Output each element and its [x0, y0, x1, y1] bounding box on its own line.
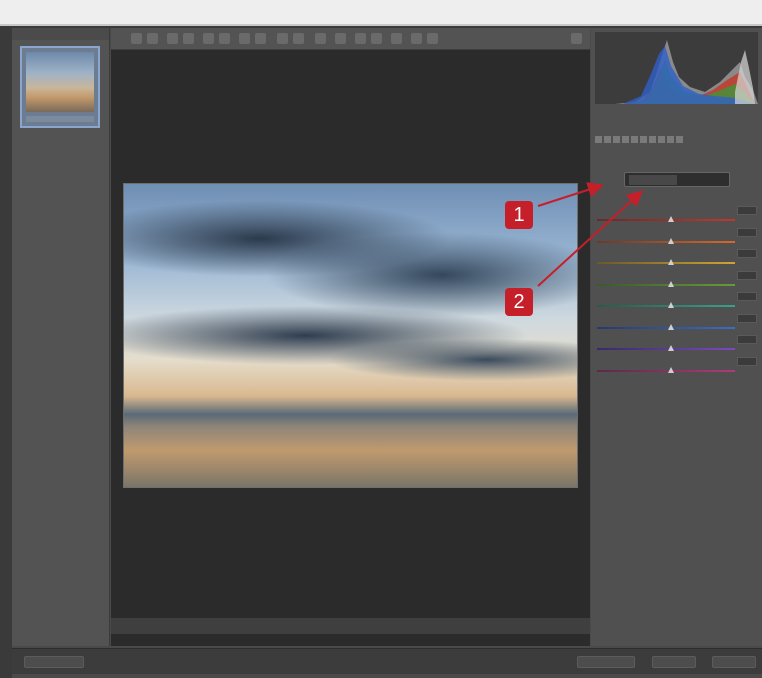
color-sliders — [597, 206, 757, 378]
graduated-filter-icon[interactable] — [293, 33, 304, 44]
zoom-tool-icon[interactable] — [131, 33, 142, 44]
camera-info — [595, 110, 758, 130]
slider-value[interactable] — [737, 206, 757, 215]
open-image-button[interactable] — [577, 656, 635, 668]
slider-value[interactable] — [737, 249, 757, 258]
callout-badge-2: 2 — [505, 288, 533, 316]
rotate-right-icon[interactable] — [371, 33, 382, 44]
hand-tool-icon[interactable] — [147, 33, 158, 44]
slider-value[interactable] — [737, 270, 757, 280]
presets-icon[interactable] — [427, 33, 438, 44]
rotate-left-icon[interactable] — [355, 33, 366, 44]
color-sampler-icon[interactable] — [183, 33, 194, 44]
color-slider[interactable] — [597, 313, 757, 336]
slider-knob[interactable] — [668, 366, 674, 373]
thumbnail-image — [26, 52, 94, 112]
slider-track[interactable] — [597, 305, 735, 307]
slider-track[interactable] — [597, 369, 735, 372]
slider-knob[interactable] — [668, 323, 674, 330]
basic-tab-icon[interactable] — [595, 136, 602, 143]
filmstrip-thumbnail[interactable] — [20, 46, 100, 128]
slider-knob[interactable] — [668, 237, 674, 244]
slider-value[interactable] — [737, 356, 757, 366]
slider-knob[interactable] — [668, 302, 674, 308]
snapshots-tab-icon[interactable] — [676, 136, 683, 143]
slider-track[interactable] — [597, 219, 735, 221]
mode-option-2[interactable] — [679, 175, 727, 185]
hsl-tab-icon[interactable] — [622, 136, 629, 143]
effects-tab-icon[interactable] — [649, 136, 656, 143]
slider-track[interactable] — [597, 283, 735, 286]
slider-value[interactable] — [737, 292, 757, 301]
save-image-button[interactable] — [24, 656, 84, 668]
slider-value[interactable] — [737, 313, 757, 323]
callout-badge-1: 1 — [505, 201, 533, 229]
bottom-bar — [12, 648, 762, 674]
tool-bar — [111, 28, 590, 50]
color-slider[interactable] — [597, 335, 757, 357]
mode-switch[interactable] — [624, 172, 730, 187]
workflow-options-link[interactable] — [282, 656, 472, 668]
cancel-button[interactable] — [652, 656, 696, 668]
red-eye-icon[interactable] — [255, 33, 266, 44]
radial-filter-icon[interactable] — [315, 33, 326, 44]
fullscreen-icon[interactable] — [571, 33, 582, 44]
color-slider[interactable] — [597, 206, 757, 228]
crop-tool-icon[interactable] — [203, 33, 214, 44]
tone-curve-tab-icon[interactable] — [604, 136, 611, 143]
adjustment-brush-icon[interactable] — [277, 33, 288, 44]
done-button[interactable] — [712, 656, 756, 668]
lens-tab-icon[interactable] — [640, 136, 647, 143]
camera-calibration-tab-icon[interactable] — [658, 136, 665, 143]
mode-option-1[interactable] — [629, 175, 677, 185]
panel-tabs — [595, 136, 758, 146]
slider-knob[interactable] — [668, 345, 674, 351]
filmstrip-header — [12, 28, 109, 40]
slider-value[interactable] — [737, 227, 757, 237]
preferences-icon[interactable] — [335, 33, 346, 44]
thumbnail-rating — [26, 116, 94, 122]
color-slider[interactable] — [597, 249, 757, 271]
slider-track[interactable] — [597, 262, 735, 264]
color-slider[interactable] — [597, 270, 757, 293]
detail-tab-icon[interactable] — [613, 136, 620, 143]
preview-status-bar — [111, 618, 590, 634]
preview-area — [111, 28, 590, 646]
settings-icon[interactable] — [411, 33, 422, 44]
trash-icon[interactable] — [391, 33, 402, 44]
slider-knob[interactable] — [668, 280, 674, 287]
straighten-tool-icon[interactable] — [219, 33, 230, 44]
slider-knob[interactable] — [668, 259, 674, 265]
camera-raw-dialog — [12, 28, 762, 678]
window-title-bar — [0, 0, 762, 26]
filmstrip-panel — [12, 28, 110, 646]
slider-track[interactable] — [597, 240, 735, 243]
slider-value[interactable] — [737, 335, 757, 344]
white-balance-tool-icon[interactable] — [167, 33, 178, 44]
color-slider[interactable] — [597, 227, 757, 250]
split-toning-tab-icon[interactable] — [631, 136, 638, 143]
color-slider[interactable] — [597, 292, 757, 314]
presets-tab-icon[interactable] — [667, 136, 674, 143]
spot-removal-icon[interactable] — [239, 33, 250, 44]
histogram — [595, 32, 758, 104]
slider-track[interactable] — [597, 348, 735, 350]
slider-knob[interactable] — [668, 216, 674, 222]
slider-track[interactable] — [597, 326, 735, 329]
color-slider[interactable] — [597, 356, 757, 379]
adjustments-panel — [591, 28, 762, 646]
